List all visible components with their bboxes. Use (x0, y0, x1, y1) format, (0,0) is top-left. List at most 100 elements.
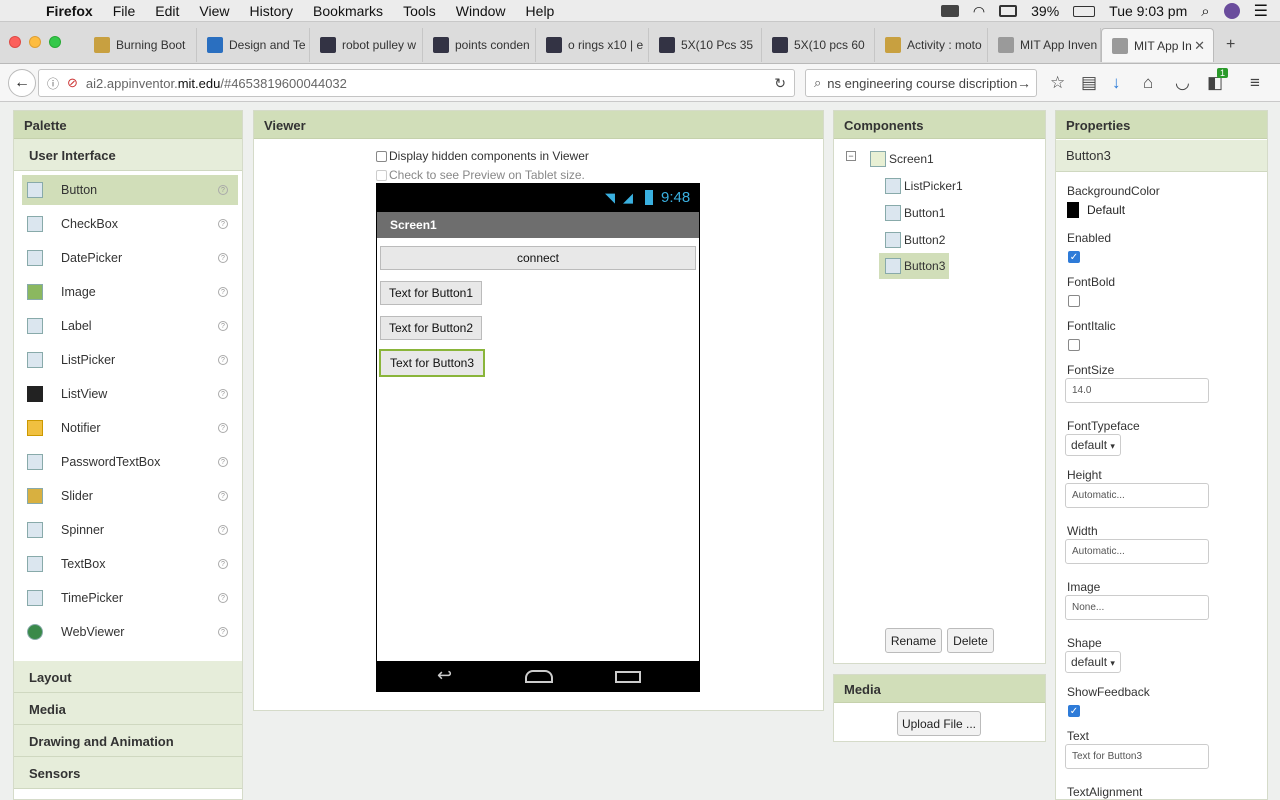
enabled-checkbox[interactable]: ✓ (1068, 251, 1080, 263)
help-icon[interactable]: ? (218, 593, 228, 603)
downloads-icon[interactable]: ↓ (1112, 73, 1121, 93)
hidden-components-checkbox[interactable] (376, 150, 387, 162)
help-icon[interactable]: ? (218, 355, 228, 365)
palette-section-user-interface[interactable]: User Interface (14, 139, 242, 171)
spotlight-icon[interactable]: ⌕ (1201, 3, 1209, 20)
tab-design[interactable]: Design and Te (197, 28, 310, 62)
back-icon[interactable]: ← (8, 69, 36, 97)
pocket-icon[interactable]: ◡ (1175, 73, 1190, 93)
dropbox-icon[interactable] (940, 5, 959, 17)
help-icon[interactable]: ? (218, 559, 228, 569)
menu-view[interactable]: View (199, 3, 229, 19)
palette-item-notifier[interactable]: Notifier? (22, 413, 238, 443)
apple-icon[interactable] (18, 2, 36, 20)
zoom-window-icon[interactable] (49, 36, 61, 48)
new-tab-icon[interactable]: + (1226, 36, 1235, 54)
palette-section-sensors[interactable]: Sensors (14, 757, 242, 789)
upload-file-button[interactable]: Upload File ... (897, 711, 981, 736)
bookmark-star-icon[interactable]: ☆ (1050, 73, 1065, 93)
palette-item-textbox[interactable]: TextBox? (22, 549, 238, 579)
palette-item-passwordtextbox[interactable]: PasswordTextBox? (22, 447, 238, 477)
button3-preview[interactable]: Text for Button3 (379, 349, 485, 377)
menu-history[interactable]: History (249, 3, 293, 19)
search-bar[interactable]: ⌕ ns engineering course discription → (805, 69, 1037, 97)
help-icon[interactable]: ? (218, 253, 228, 263)
reading-list-icon[interactable]: ▤ (1081, 73, 1097, 93)
tree-item-button1[interactable]: Button1 (885, 200, 945, 226)
fontitalic-checkbox[interactable] (1068, 339, 1080, 351)
close-window-icon[interactable] (9, 36, 21, 48)
palette-item-listview[interactable]: ListView? (22, 379, 238, 409)
menu-firefox[interactable]: Firefox (46, 3, 93, 19)
tab-o-rings[interactable]: o rings x10 | e (536, 28, 649, 62)
siri-icon[interactable] (1223, 3, 1240, 19)
reload-icon[interactable]: ↻ (774, 75, 786, 92)
url-bar[interactable]: ⓘ ⊘ ai2.appinventor. mit.edu/#46538196000… (38, 69, 795, 97)
tree-item-listpicker1[interactable]: ListPicker1 (885, 173, 963, 199)
button1-preview[interactable]: Text for Button1 (380, 281, 482, 305)
shape-select[interactable]: default ▾ (1065, 651, 1121, 673)
palette-item-datepicker[interactable]: DatePicker? (22, 243, 238, 273)
button2-preview[interactable]: Text for Button2 (380, 316, 482, 340)
notification-center-icon[interactable]: ☰ (1254, 1, 1268, 21)
image-input[interactable]: None... (1065, 595, 1209, 620)
menu-edit[interactable]: Edit (155, 3, 179, 19)
fontbold-checkbox[interactable] (1068, 295, 1080, 307)
airplay-icon[interactable] (999, 5, 1018, 17)
info-icon[interactable]: ⓘ (47, 75, 59, 92)
tab-mit-app-inventor[interactable]: MIT App Inven (988, 28, 1101, 62)
wifi-icon[interactable]: ◠ (973, 3, 985, 20)
tab-activity[interactable]: Activity : moto (875, 28, 988, 62)
delete-button[interactable]: Delete (947, 628, 994, 653)
palette-item-timepicker[interactable]: TimePicker? (22, 583, 238, 613)
tab-burning-boot[interactable]: Burning Boot (84, 28, 197, 62)
search-go-icon[interactable]: → (1017, 75, 1031, 91)
tree-item-button2[interactable]: Button2 (885, 227, 945, 253)
help-icon[interactable]: ? (218, 457, 228, 467)
palette-item-image[interactable]: Image? (22, 277, 238, 307)
connect-button[interactable]: connect (380, 246, 696, 270)
palette-item-listpicker[interactable]: ListPicker? (22, 345, 238, 375)
palette-item-label[interactable]: Label? (22, 311, 238, 341)
palette-section-drawing[interactable]: Drawing and Animation (14, 725, 242, 757)
help-icon[interactable]: ? (218, 423, 228, 433)
home-icon[interactable]: ⌂ (1143, 73, 1153, 93)
tab-robot-pulley[interactable]: robot pulley w (310, 28, 423, 62)
insecure-lock-icon[interactable]: ⊘ (67, 75, 78, 91)
menu-file[interactable]: File (113, 3, 136, 19)
fonttypeface-select[interactable]: default ▾ (1065, 434, 1121, 456)
clock[interactable]: Tue 9:03 pm (1109, 3, 1187, 19)
palette-item-checkbox[interactable]: CheckBox? (22, 209, 238, 239)
palette-item-button[interactable]: Button? (22, 175, 238, 205)
help-icon[interactable]: ? (218, 185, 228, 195)
palette-item-spinner[interactable]: Spinner? (22, 515, 238, 545)
help-icon[interactable]: ? (218, 287, 228, 297)
palette-section-layout[interactable]: Layout (14, 661, 242, 693)
height-input[interactable]: Automatic... (1065, 483, 1209, 508)
palette-item-slider[interactable]: Slider? (22, 481, 238, 511)
tablet-preview-checkbox[interactable] (376, 169, 387, 181)
width-input[interactable]: Automatic... (1065, 539, 1209, 564)
palette-section-media[interactable]: Media (14, 693, 242, 725)
menu-help[interactable]: Help (526, 3, 555, 19)
palette-item-webviewer[interactable]: WebViewer? (22, 617, 238, 647)
background-color-picker[interactable]: Default (1067, 202, 1125, 218)
showfeedback-checkbox[interactable]: ✓ (1068, 705, 1080, 717)
menu-icon[interactable]: ≡ (1250, 73, 1260, 93)
tab-5x-35[interactable]: 5X(10 Pcs 35 (649, 28, 762, 62)
menu-bookmarks[interactable]: Bookmarks (313, 3, 383, 19)
tab-mit-app-inventor-active[interactable]: MIT App In ✕ (1101, 28, 1214, 62)
help-icon[interactable]: ? (218, 491, 228, 501)
tree-item-screen1[interactable]: Screen1 (870, 146, 934, 172)
help-icon[interactable]: ? (218, 525, 228, 535)
fontsize-input[interactable]: 14.0 (1065, 378, 1209, 403)
help-icon[interactable]: ? (218, 219, 228, 229)
tree-item-button3[interactable]: Button3 (879, 253, 950, 279)
help-icon[interactable]: ? (218, 627, 228, 637)
close-tab-icon[interactable]: ✕ (1194, 38, 1205, 54)
rename-button[interactable]: Rename (885, 628, 942, 653)
text-input[interactable]: Text for Button3 (1065, 744, 1209, 769)
battery-icon[interactable] (1073, 5, 1096, 17)
tab-5x-60[interactable]: 5X(10 pcs 60 (762, 28, 875, 62)
collapse-tree-icon[interactable]: − (846, 151, 856, 161)
